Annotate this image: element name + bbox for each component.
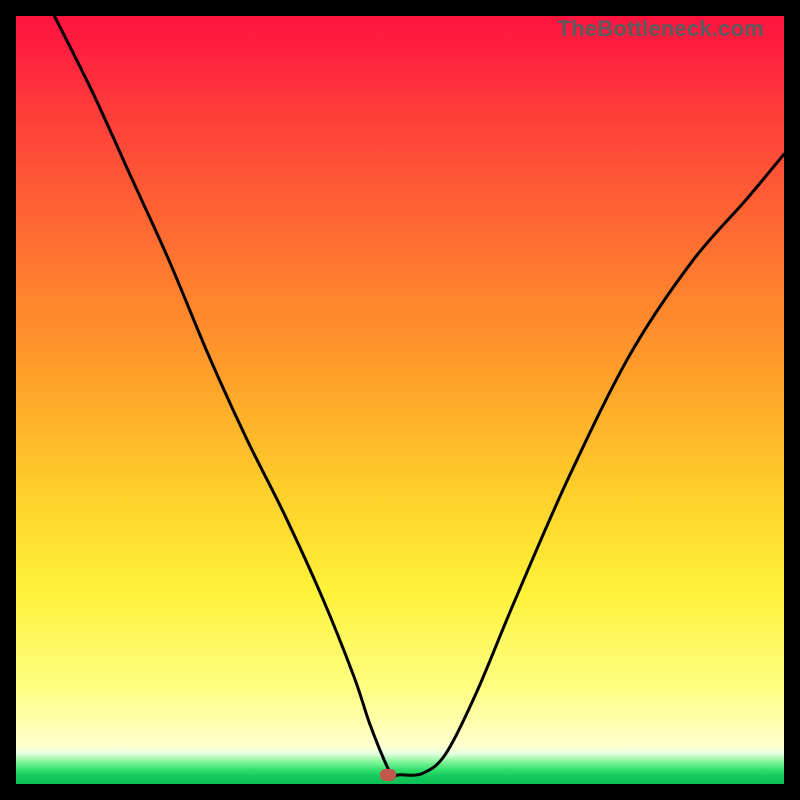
plot-area: TheBottleneck.com [16, 16, 784, 784]
chart-frame: TheBottleneck.com [0, 0, 800, 800]
watermark-text: TheBottleneck.com [558, 16, 764, 42]
bottleneck-curve [16, 16, 784, 784]
minimum-marker [380, 769, 396, 781]
